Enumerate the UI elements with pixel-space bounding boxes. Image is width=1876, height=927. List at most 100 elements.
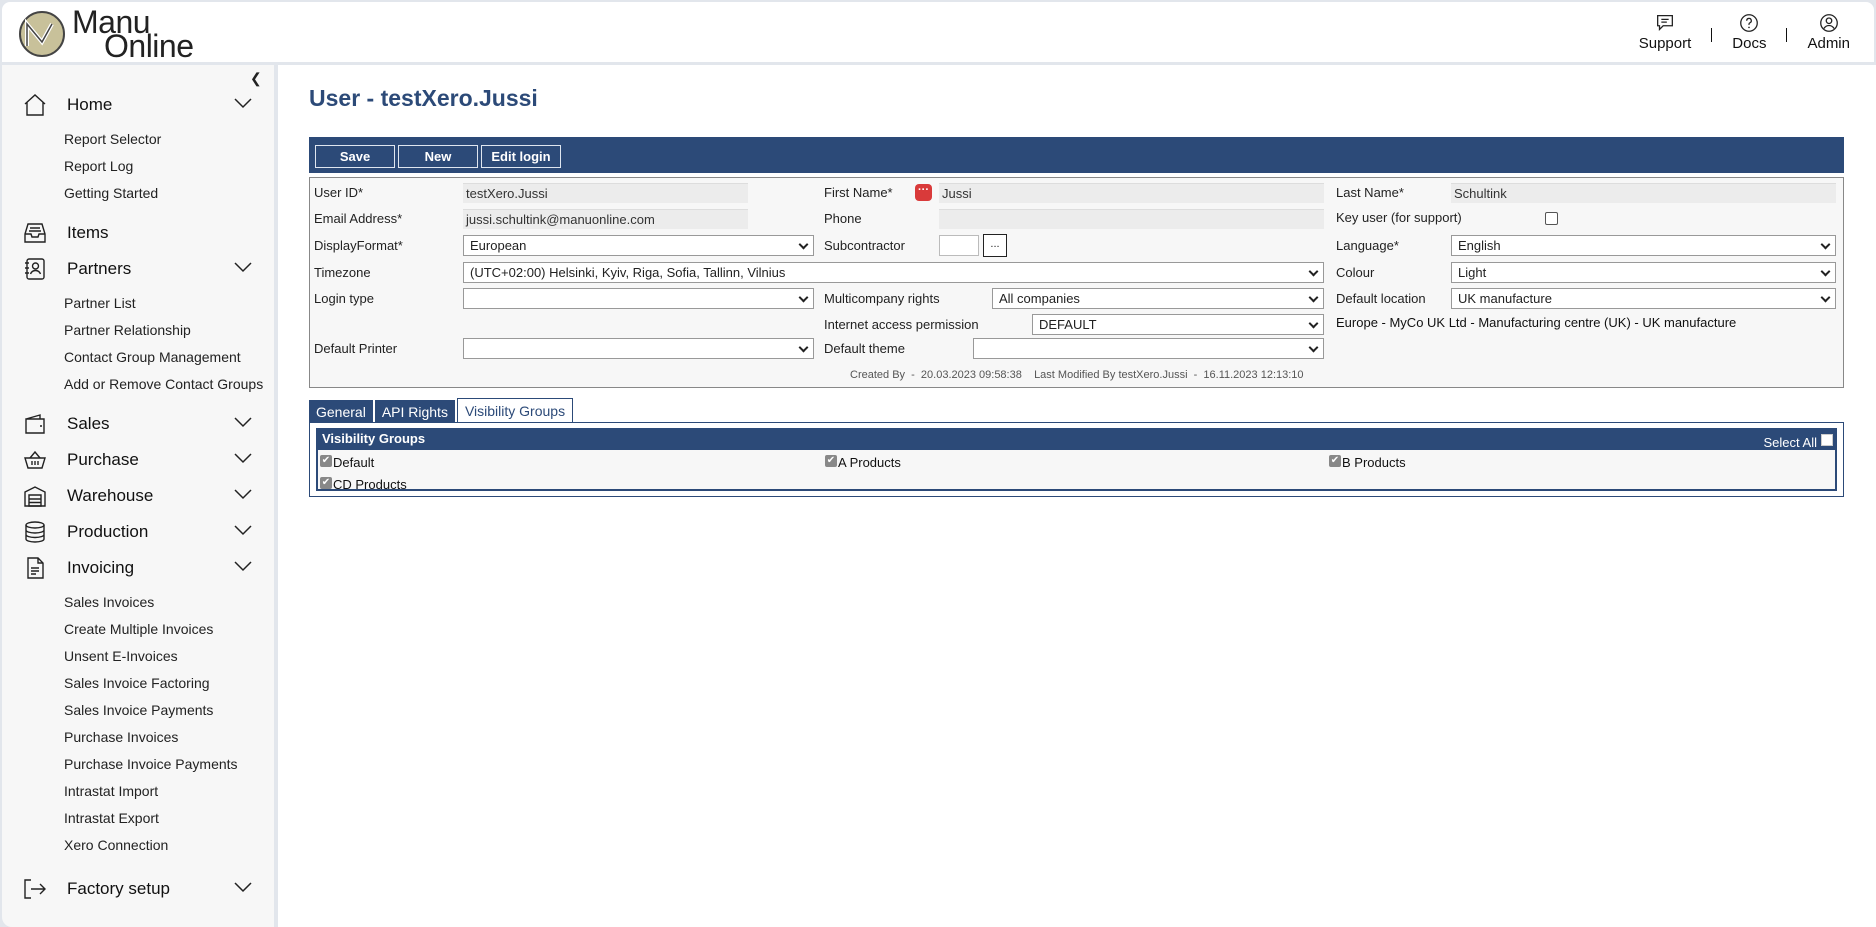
logo[interactable]: Manu Online <box>18 6 194 62</box>
sidebar-item-label: Invoicing <box>67 558 135 577</box>
sidebar-item-production[interactable]: Production <box>2 514 274 550</box>
sidebar-link-purchase-invoices[interactable]: Purchase Invoices <box>64 724 274 751</box>
sidebar-item-label: Warehouse <box>67 486 154 505</box>
default-theme-label: Default theme <box>824 341 905 356</box>
sidebar-link-sales-invoice-payments[interactable]: Sales Invoice Payments <box>64 697 274 724</box>
logo-mark-icon <box>19 11 65 57</box>
visibility-groups-panel: Visibility Groups Select All ✔ Default ✔… <box>309 422 1844 497</box>
tab-general[interactable]: General <box>309 400 373 424</box>
email-field[interactable]: jussi.schultink@manuonline.com <box>463 209 748 229</box>
sidebar-item-partners[interactable]: Partners <box>2 251 274 287</box>
display-format-select[interactable]: European <box>463 235 814 256</box>
sidebar-link-sales-invoice-factoring[interactable]: Sales Invoice Factoring <box>64 670 274 697</box>
tab-visibility-groups[interactable]: Visibility Groups <box>456 398 574 424</box>
sidebar-item-items[interactable]: Items <box>2 215 274 251</box>
chevron-down-icon[interactable] <box>234 96 256 114</box>
sidebar-link-partner-list[interactable]: Partner List <box>64 290 274 317</box>
default-theme-select[interactable] <box>973 338 1324 359</box>
default-printer-select[interactable] <box>463 338 814 359</box>
chevron-down-icon[interactable] <box>234 451 256 469</box>
select-all-checkbox[interactable] <box>1821 434 1833 446</box>
edit-login-button[interactable]: Edit login <box>481 145 561 168</box>
default-location-label: Default location <box>1336 291 1426 306</box>
sidebar-item-label: Items <box>67 223 109 242</box>
contacts-icon <box>22 256 48 282</box>
password-manager-icon[interactable]: ··· <box>915 184 932 201</box>
language-select[interactable]: English <box>1451 235 1836 256</box>
header-actions: Support Docs Admin <box>1639 12 1850 52</box>
sidebar-item-label: Purchase <box>67 450 139 469</box>
support-button[interactable]: Support <box>1639 12 1691 52</box>
select-all[interactable]: Select All <box>1764 434 1833 452</box>
timezone-label: Timezone <box>314 265 371 280</box>
sidebar-item-invoicing[interactable]: Invoicing <box>2 550 274 586</box>
sidebar-link-sales-invoices[interactable]: Sales Invoices <box>64 589 274 616</box>
key-user-checkbox[interactable] <box>1545 212 1558 225</box>
sidebar-link-getting-started[interactable]: Getting Started <box>64 180 274 207</box>
subcontractor-lookup-button[interactable]: ... <box>983 234 1007 257</box>
first-name-field[interactable]: Jussi <box>939 183 1324 203</box>
chevron-down-icon[interactable] <box>234 415 256 433</box>
basket-icon <box>22 447 48 473</box>
sidebar-link-contact-group-management[interactable]: Contact Group Management <box>64 344 274 371</box>
user-id-field[interactable]: testXero.Jussi <box>463 183 748 203</box>
home-icon <box>22 92 48 118</box>
sidebar-link-intrastat-import[interactable]: Intrastat Import <box>64 778 274 805</box>
chevron-down-icon[interactable] <box>234 559 256 577</box>
admin-button[interactable]: Admin <box>1807 12 1850 52</box>
subcontractor-field[interactable] <box>939 235 979 256</box>
sidebar-item-factory-setup[interactable]: Factory setup <box>2 871 274 907</box>
collapse-sidebar-button[interactable]: ❮ <box>250 70 262 87</box>
sidebar-item-home[interactable]: Home <box>2 87 274 123</box>
docs-label: Docs <box>1732 35 1767 52</box>
checkbox-checked-icon[interactable]: ✔ <box>825 454 837 467</box>
phone-field[interactable] <box>939 209 1324 229</box>
sidebar-item-sales[interactable]: Sales <box>2 406 274 442</box>
subcontractor-label: Subcontractor <box>824 238 905 253</box>
visibility-group-item[interactable]: ✔ B Products <box>1329 454 1406 470</box>
sidebar-link-create-multiple-invoices[interactable]: Create Multiple Invoices <box>64 616 274 643</box>
last-name-field[interactable]: Schultink <box>1451 183 1836 203</box>
visibility-groups-title: Visibility Groups <box>322 431 426 446</box>
visibility-group-label: Default <box>333 455 375 470</box>
main-content: User - testXero.Jussi Save New Edit logi… <box>278 65 1876 927</box>
chevron-down-icon[interactable] <box>234 880 256 898</box>
sidebar-link-xero-connection[interactable]: Xero Connection <box>64 832 274 859</box>
chevron-down-icon[interactable] <box>234 487 256 505</box>
sidebar-link-intrastat-export[interactable]: Intrastat Export <box>64 805 274 832</box>
tab-api-rights[interactable]: API Rights <box>374 400 455 424</box>
checkbox-checked-icon[interactable]: ✔ <box>1329 454 1341 467</box>
sidebar-link-report-log[interactable]: Report Log <box>64 153 274 180</box>
default-location-select[interactable]: UK manufacture <box>1451 288 1836 309</box>
sidebar-link-unsent-e-invoices[interactable]: Unsent E-Invoices <box>64 643 274 670</box>
wallet-icon <box>22 411 48 437</box>
visibility-group-item[interactable]: ✔ A Products <box>825 454 901 470</box>
internet-access-select[interactable]: DEFAULT <box>1032 314 1324 335</box>
sidebar-link-report-selector[interactable]: Report Selector <box>64 126 274 153</box>
visibility-group-item[interactable]: ✔ Default <box>320 454 375 470</box>
checkbox-checked-icon[interactable]: ✔ <box>320 476 332 489</box>
divider <box>1786 28 1788 42</box>
visibility-group-item[interactable]: ✔ CD Products <box>320 476 407 492</box>
visibility-group-label: B Products <box>1342 455 1406 470</box>
new-button[interactable]: New <box>398 145 478 168</box>
multicompany-select[interactable]: All companies <box>992 288 1324 309</box>
save-button[interactable]: Save <box>315 145 395 168</box>
help-icon <box>1740 14 1759 32</box>
display-format-label: DisplayFormat* <box>314 238 403 253</box>
chevron-down-icon[interactable] <box>234 523 256 541</box>
chevron-down-icon[interactable] <box>234 260 256 278</box>
sidebar-link-partner-relationship[interactable]: Partner Relationship <box>64 317 274 344</box>
colour-select[interactable]: Light <box>1451 262 1836 283</box>
sidebar-item-warehouse[interactable]: Warehouse <box>2 478 274 514</box>
checkbox-checked-icon[interactable]: ✔ <box>320 454 332 467</box>
timezone-select[interactable]: (UTC+02:00) Helsinki, Kyiv, Riga, Sofia,… <box>463 262 1324 283</box>
login-type-select[interactable] <box>463 288 814 309</box>
docs-button[interactable]: Docs <box>1732 12 1766 52</box>
visibility-group-label: A Products <box>838 455 901 470</box>
sidebar-link-purchase-invoice-payments[interactable]: Purchase Invoice Payments <box>64 751 274 778</box>
sidebar-link-add-remove-contact-groups[interactable]: Add or Remove Contact Groups <box>64 371 274 398</box>
sidebar-item-purchase[interactable]: Purchase <box>2 442 274 478</box>
sidebar-nav: Home Report Selector Report Log Getting … <box>2 87 274 907</box>
visibility-group-label: CD Products <box>333 477 407 492</box>
